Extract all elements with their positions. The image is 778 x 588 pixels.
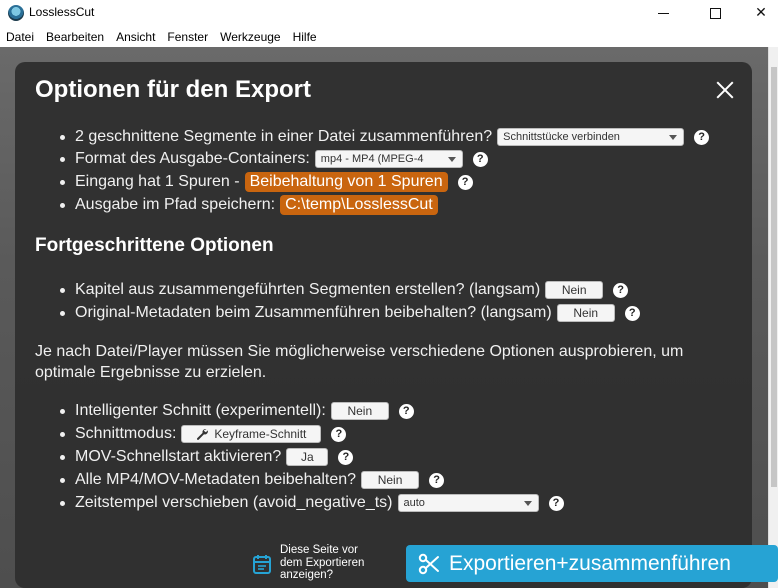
help-icon[interactable]: ?: [613, 282, 629, 298]
scissors-icon: [418, 553, 439, 574]
bullet: [60, 288, 65, 293]
ask-line-3: anzeigen?: [280, 569, 334, 581]
metadata-label: Original-Metadaten beim Zusammenführen b…: [75, 304, 552, 321]
menu-fenster[interactable]: Fenster: [161, 27, 214, 47]
scrollbar-thumb[interactable]: [771, 67, 777, 487]
help-icon[interactable]: ?: [331, 426, 347, 442]
cutmode-value: Keyframe-Schnitt: [214, 427, 307, 441]
help-icon[interactable]: ?: [398, 403, 414, 419]
menu-ansicht[interactable]: Ansicht: [110, 27, 161, 47]
row-format: Format des Ausgabe-Containers: mp4 - MP4…: [60, 148, 488, 170]
window-title: LosslessCut: [29, 5, 95, 19]
bullet: [60, 455, 65, 460]
menu-hilfe[interactable]: Hilfe: [287, 27, 323, 47]
chevron-down-icon: [447, 156, 456, 162]
keep-tracks-button[interactable]: Beibehaltung von 1 Spuren: [244, 172, 448, 192]
chevron-down-icon: [669, 134, 678, 140]
chapters-label: Kapitel aus zusammengeführten Segmenten …: [75, 281, 541, 298]
wrench-icon: [197, 429, 209, 440]
row-smart-cut: Intelligenter Schnitt (experimentell): N…: [60, 400, 414, 422]
export-merge-button[interactable]: Exportieren+zusammenführen: [406, 545, 778, 582]
menu-werkzeuge[interactable]: Werkzeuge: [214, 27, 286, 47]
bullet: [60, 135, 65, 140]
chapters-toggle[interactable]: Nein: [545, 281, 604, 299]
timestamps-select-value: auto: [403, 497, 425, 509]
merge-select-value: Schnittstücke verbinden: [503, 131, 620, 143]
help-icon[interactable]: ?: [694, 129, 710, 145]
row-mov-faststart: MOV-Schnellstart aktivieren? Ja ?: [60, 446, 354, 468]
timestamps-label: Zeitstempel verschieben (avoid_negative_…: [75, 494, 393, 511]
advanced-heading: Fortgeschrittene Optionen: [35, 235, 274, 256]
row-timestamps: Zeitstempel verschieben (avoid_negative_…: [60, 492, 564, 514]
format-label: Format des Ausgabe-Containers:: [75, 150, 310, 167]
close-icon[interactable]: [712, 78, 738, 104]
row-output-path: Ausgabe im Pfad speichern: C:\temp\Lossl…: [60, 194, 438, 216]
bullet: [60, 432, 65, 437]
row-all-metadata: Alle MP4/MOV-Metadaten beibehalten? Nein…: [60, 469, 445, 491]
help-icon[interactable]: ?: [338, 449, 354, 465]
movfast-label: MOV-Schnellstart aktivieren?: [75, 448, 282, 465]
merge-select[interactable]: Schnittstücke verbinden: [497, 128, 685, 146]
menu-bar: Datei Bearbeiten Ansicht Fenster Werkzeu…: [0, 27, 778, 47]
help-icon[interactable]: ?: [429, 472, 445, 488]
smartcut-label: Intelligenter Schnitt (experimentell):: [75, 402, 326, 419]
movfast-toggle[interactable]: Ja: [286, 448, 329, 466]
smartcut-toggle[interactable]: Nein: [330, 402, 389, 420]
help-icon[interactable]: ?: [472, 151, 488, 167]
format-select[interactable]: mp4 - MP4 (MPEG-4: [314, 150, 463, 168]
window-close-button[interactable]: ✕: [738, 0, 778, 26]
format-select-value: mp4 - MP4 (MPEG-4: [320, 153, 424, 165]
allmeta-toggle[interactable]: Nein: [361, 471, 420, 489]
bullet: [60, 409, 65, 414]
title-bar: LosslessCut ✕: [0, 0, 778, 26]
bullet: [60, 180, 65, 185]
row-cut-mode: Schnittmodus: Keyframe-Schnitt ?: [60, 423, 347, 445]
cutmode-button[interactable]: Keyframe-Schnitt: [181, 425, 322, 443]
timestamps-select[interactable]: auto: [397, 494, 539, 512]
menu-datei[interactable]: Datei: [0, 27, 40, 47]
info-text: Je nach Datei/Player müssen Sie mögliche…: [35, 343, 684, 381]
ask-line-2: dem Exportieren: [280, 556, 365, 569]
cutmode-label: Schnittmodus:: [75, 425, 177, 442]
row-merge: 2 geschnittene Segmente in einer Datei z…: [60, 126, 710, 148]
metadata-toggle[interactable]: Nein: [556, 304, 615, 322]
maximize-icon: [709, 7, 721, 19]
help-icon[interactable]: ?: [624, 305, 640, 321]
export-button-label: Exportieren+zusammenführen: [449, 551, 731, 575]
bullet: [60, 157, 65, 162]
show-before-export-toggle[interactable]: Diese Seite vor dem Exportieren anzeigen…: [253, 544, 383, 584]
allmeta-label: Alle MP4/MOV-Metadaten beibehalten?: [75, 471, 357, 488]
bullet: [60, 478, 65, 483]
merge-label: 2 geschnittene Segmente in einer Datei z…: [75, 128, 493, 145]
help-icon[interactable]: ?: [548, 495, 564, 511]
dialog-title: Optionen für den Export: [35, 76, 311, 103]
menu-bearbeiten[interactable]: Bearbeiten: [40, 27, 110, 47]
maximize-button[interactable]: [692, 0, 738, 26]
help-icon[interactable]: ?: [457, 174, 473, 190]
show-before-export-label: Diese Seite vor dem Exportieren anzeigen…: [280, 544, 364, 582]
row-input-tracks: Eingang hat 1 Spuren - Beibehaltung von …: [60, 171, 473, 193]
scrollbar[interactable]: [768, 47, 778, 588]
row-metadata: Original-Metadaten beim Zusammenführen b…: [60, 302, 640, 324]
input-label: Eingang hat 1 Spuren -: [75, 173, 240, 190]
export-options-dialog: Optionen für den Export 2 geschnittene S…: [15, 62, 752, 588]
bullet: [60, 501, 65, 506]
bullet: [60, 311, 65, 316]
minimize-icon: [657, 12, 669, 14]
row-chapters: Kapitel aus zusammengeführten Segmenten …: [60, 279, 629, 301]
output-path-button[interactable]: C:\temp\LosslessCut: [280, 195, 438, 215]
minimize-button[interactable]: [640, 0, 686, 26]
losslesscut-icon: [8, 5, 24, 21]
chevron-down-icon: [523, 500, 532, 506]
calendar-icon: [253, 555, 271, 574]
path-label: Ausgabe im Pfad speichern:: [75, 196, 276, 213]
bullet: [60, 203, 65, 208]
ask-line-1: Diese Seite vor: [280, 544, 358, 556]
